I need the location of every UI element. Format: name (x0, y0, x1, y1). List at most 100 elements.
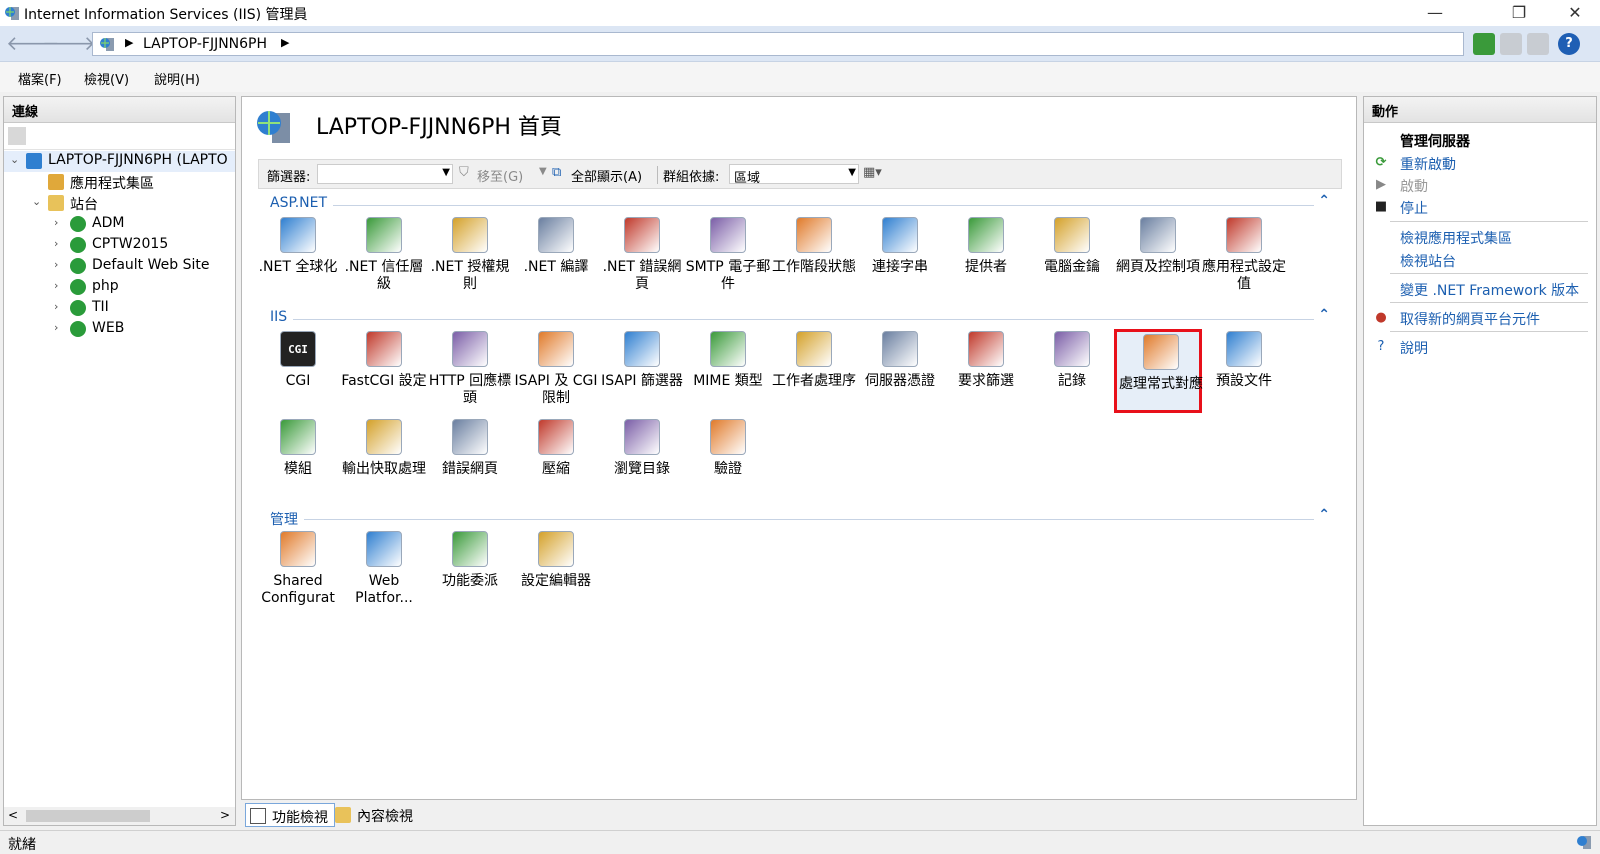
feature-pages-controls[interactable]: 網頁及控制項 (1114, 215, 1202, 299)
restore-button[interactable]: ❐ (1496, 0, 1542, 26)
tab-features-view-label: 功能檢視 (272, 810, 328, 826)
feature-server-cert[interactable]: 伺服器憑證 (856, 329, 944, 413)
menu-view[interactable]: 檢視(V) (84, 69, 129, 88)
breadcrumb-server[interactable]: LAPTOP-FJJNN6PH (143, 36, 267, 52)
feature-request-filter[interactable]: 要求篩選 (942, 329, 1030, 413)
server-cert-icon (882, 331, 918, 367)
menu-file[interactable]: 檔案(F) (18, 69, 62, 88)
feature-shared-config[interactable]: Shared Configurat (254, 529, 342, 613)
feature-authorization-lock[interactable]: .NET 授權規則 (426, 215, 514, 299)
feature-connection-string[interactable]: 連接字串 (856, 215, 944, 299)
stop-icon[interactable] (1500, 33, 1522, 55)
feature-smtp-mail[interactable]: SMTP 電子郵件 (684, 215, 772, 299)
tree-item[interactable]: › TII (4, 298, 235, 319)
forward-button[interactable]: 🡒 (42, 32, 96, 56)
tree-hscrollbar[interactable]: < > (4, 807, 235, 825)
collapse-icon[interactable]: ⌄ (32, 195, 44, 208)
address-field[interactable]: ▶ LAPTOP-FJJNN6PH ▶ (92, 32, 1464, 56)
tree-item[interactable]: › php (4, 277, 235, 298)
refresh-icon[interactable] (1473, 33, 1495, 55)
error-page-icon (452, 419, 488, 455)
feature-machine-key[interactable]: 電腦金鑰 (1028, 215, 1116, 299)
feature-config-editor[interactable]: 設定編輯器 (512, 529, 600, 613)
feature-compression[interactable]: 壓縮 (512, 417, 600, 501)
feature-compilation[interactable]: .NET 編譯 (512, 215, 600, 299)
scroll-left-icon[interactable]: < (8, 808, 18, 822)
feature-worker-process[interactable]: 工作者處理序 (770, 329, 858, 413)
feature-label: 伺服器憑證 (865, 373, 935, 389)
action-link-5[interactable]: 變更 .NET Framework 版本 (1374, 279, 1594, 301)
feature-isapi-cgi[interactable]: ISAPI 及 CGI 限制 (512, 329, 600, 413)
feature-app-settings[interactable]: 應用程式設定值 (1200, 215, 1288, 299)
feature-label: HTTP 回應標頭 (428, 373, 512, 406)
scroll-thumb[interactable] (26, 810, 150, 822)
feature-output-cache[interactable]: 輸出快取處理 (340, 417, 428, 501)
tab-content-view[interactable]: 內容檢視 (331, 803, 419, 827)
action-restart[interactable]: ⟳ 重新啟動 (1374, 153, 1594, 175)
close-button[interactable]: ✕ (1552, 0, 1598, 26)
features-view-icon (250, 808, 266, 824)
tree-item[interactable]: › CPTW2015 (4, 235, 235, 256)
action-link-3[interactable]: 檢視應用程式集區 (1374, 227, 1594, 249)
feature-isapi-filter[interactable]: ISAPI 篩選器 (598, 329, 686, 413)
expand-icon[interactable]: › (54, 321, 66, 334)
feature-modules[interactable]: 模組 (254, 417, 342, 501)
feature-fastcgi[interactable]: FastCGI 設定 (340, 329, 428, 413)
action-stop[interactable]: ■ 停止 (1374, 197, 1594, 219)
globe-icon (280, 217, 316, 253)
collapse-section-icon[interactable]: ⌃ (1318, 193, 1330, 209)
tree-item[interactable]: › WEB (4, 319, 235, 340)
expand-icon[interactable]: › (54, 279, 66, 292)
feature-cgi[interactable]: CGI CGI (254, 329, 342, 413)
help-icon[interactable]: ? (1558, 33, 1580, 55)
tree-item-label: CPTW2015 (92, 236, 169, 252)
feature-default-document[interactable]: 預設文件 (1200, 329, 1288, 413)
collapse-section-icon[interactable]: ⌃ (1318, 307, 1330, 323)
action-label: 停止 (1400, 201, 1428, 217)
feature-feature-delegation[interactable]: 功能委派 (426, 529, 514, 613)
feature-globe[interactable]: .NET 全球化 (254, 215, 342, 299)
back-button[interactable]: 🡐 (6, 32, 60, 56)
feature-authentication[interactable]: 驗證 (684, 417, 772, 501)
isapi-cgi-icon (538, 331, 574, 367)
expand-icon[interactable]: › (54, 216, 66, 229)
feature-logging[interactable]: 記錄 (1028, 329, 1116, 413)
action-help[interactable]: ? 說明 (1374, 337, 1594, 359)
feature-error-page-404[interactable]: .NET 錯誤網頁 (598, 215, 686, 299)
tree-item[interactable]: › ADM (4, 214, 235, 235)
action-web-platform-small[interactable]: ● 取得新的網頁平台元件 (1374, 308, 1594, 330)
feature-web-platform[interactable]: Web Platfor... (340, 529, 428, 613)
home-icon[interactable] (1527, 33, 1549, 55)
tree-item[interactable]: › Default Web Site (4, 256, 235, 277)
isapi-filter-icon (624, 331, 660, 367)
breadcrumb-arrow-icon[interactable]: ▶ (125, 36, 133, 49)
scroll-right-icon[interactable]: > (220, 808, 230, 822)
feature-http-headers[interactable]: HTTP 回應標頭 (426, 329, 514, 413)
breadcrumb-arrow-icon[interactable]: ▶ (281, 36, 289, 49)
expand-icon[interactable]: › (54, 237, 66, 250)
action-label: 重新啟動 (1400, 157, 1456, 173)
directory-browse-icon (624, 419, 660, 455)
minimize-button[interactable]: — (1412, 0, 1458, 26)
feature-session-state[interactable]: 工作階段狀態 (770, 215, 858, 299)
address-bar: 🡐 🡒 ▶ LAPTOP-FJJNN6PH ▶ ? (0, 26, 1600, 62)
tree-item[interactable]: ⌄ 站台 (4, 193, 235, 214)
collapse-icon[interactable]: ⌄ (10, 153, 22, 166)
tab-features-view[interactable]: 功能檢視 (245, 803, 335, 827)
expand-icon[interactable]: › (54, 258, 66, 271)
feature-trust-level[interactable]: .NET 信任層級 (340, 215, 428, 299)
expand-icon[interactable]: › (54, 300, 66, 313)
tree-item[interactable]: 應用程式集區 (4, 172, 235, 193)
collapse-section-icon[interactable]: ⌃ (1318, 507, 1330, 523)
feature-mime[interactable]: MIME 類型 (684, 329, 772, 413)
feature-handler-mapping[interactable]: 處理常式對應 (1114, 329, 1203, 413)
actions-divider (1390, 302, 1588, 303)
feature-label: 模組 (284, 461, 312, 477)
connect-icon[interactable] (8, 127, 26, 145)
feature-providers[interactable]: 提供者 (942, 215, 1030, 299)
action-link-4[interactable]: 檢視站台 (1374, 250, 1594, 272)
menu-help[interactable]: 說明(H) (154, 69, 200, 88)
tree-item[interactable]: ⌄ LAPTOP-FJJNN6PH (LAPTO (4, 151, 235, 172)
feature-directory-browse[interactable]: 瀏覽目錄 (598, 417, 686, 501)
feature-error-page[interactable]: 錯誤網頁 (426, 417, 514, 501)
